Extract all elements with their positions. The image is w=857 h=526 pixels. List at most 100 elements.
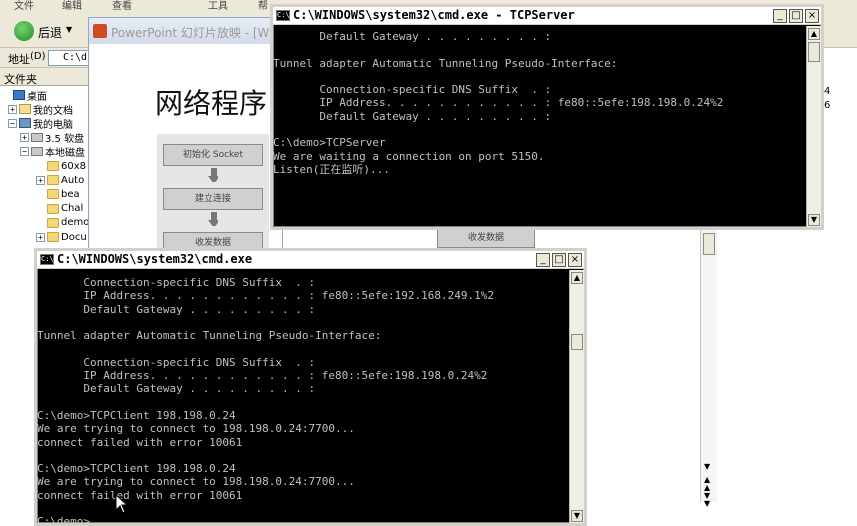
back-button-label[interactable]: 后退 xyxy=(38,24,62,41)
menu-file[interactable]: 文件 xyxy=(14,0,34,12)
server-title-bar[interactable]: C:\WINDOWS\system32\cmd.exe - TCPServer xyxy=(273,7,821,25)
tree-item-label: 桌面 xyxy=(27,91,47,103)
collapse-icon[interactable]: − xyxy=(20,147,29,157)
flowchart: 初始化 Socket 建立连接 收发数据 xyxy=(157,134,269,254)
scroll-down-icon[interactable]: ▼ xyxy=(808,214,820,226)
folder-icon xyxy=(47,189,59,200)
tree-item-label: 3.5 软盘 xyxy=(45,134,85,146)
tree-item[interactable]: +3.5 软盘 xyxy=(20,131,84,145)
tree-item[interactable]: Chal xyxy=(36,202,83,216)
expand-icon[interactable]: + xyxy=(36,232,45,242)
tree-item-label: Chal xyxy=(61,203,84,215)
tree-item-label: 本地磁盘 xyxy=(45,148,85,160)
address-input[interactable]: C:\d xyxy=(48,50,90,66)
tree-item-label: demo xyxy=(61,217,90,229)
client-scroll-thumb[interactable] xyxy=(571,334,583,350)
tree-item-label: Auto xyxy=(61,174,85,186)
powerpoint-icon xyxy=(93,24,107,38)
tree-item[interactable]: 60x8 xyxy=(36,159,86,173)
close-button[interactable]: × xyxy=(805,9,819,23)
console-line: IP Address. . . . . . . . . . . . : fe80… xyxy=(273,96,724,110)
tree-item-label: bea xyxy=(61,188,80,200)
tree-item[interactable]: − 本地磁盘 xyxy=(20,145,85,159)
menu-view[interactable]: 查看 xyxy=(112,0,132,12)
tree-item-label: 我的文档 xyxy=(33,105,73,117)
expand-icon[interactable]: + xyxy=(36,175,45,185)
console-line: Default Gateway . . . . . . . . . : xyxy=(273,109,552,123)
client-cmd-window: C:\WINDOWS\system32\cmd.exe C:\ _ □ × Co… xyxy=(34,248,587,526)
tree-item[interactable]: 桌面 xyxy=(2,88,47,103)
console-line: connect failed with error 10061 xyxy=(37,435,243,449)
tree-item-label: 60x8 xyxy=(61,160,87,172)
client-console-output[interactable]: Connection-specific DNS Suffix . : IP Ad… xyxy=(37,276,569,523)
console-line: Default Gateway . . . . . . . . . : xyxy=(37,302,316,316)
folder-icon xyxy=(47,175,59,186)
server-scroll-thumb[interactable] xyxy=(808,42,820,62)
back-dropdown-icon[interactable]: ▼ xyxy=(66,25,72,34)
console-line: Default Gateway . . . . . . . . . : xyxy=(273,30,552,43)
console-line: We are trying to connect to 198.198.0.24… xyxy=(37,475,355,489)
slide-heading: 网络程序 xyxy=(155,87,268,120)
close-button[interactable]: × xyxy=(568,253,582,267)
client-title-bar[interactable]: C:\WINDOWS\system32\cmd.exe xyxy=(37,251,584,269)
client-scrollbar[interactable]: ▲ ▼ xyxy=(569,270,584,523)
maximize-button[interactable]: □ xyxy=(552,253,566,267)
tree-item[interactable]: + Auto xyxy=(36,173,84,187)
address-value: C:\d xyxy=(63,52,88,63)
computer-icon xyxy=(19,118,31,129)
scroll-up-icon[interactable]: ▲ xyxy=(571,272,583,284)
minimize-button[interactable]: _ xyxy=(536,253,550,267)
console-line: We are waiting a connection on port 5150… xyxy=(273,149,545,163)
tree-item[interactable]: bea xyxy=(36,187,80,201)
mouse-pointer-icon xyxy=(115,494,129,514)
address-label: 地址 xyxy=(8,53,30,66)
flow-step-behind: 收发数据 xyxy=(437,228,535,248)
expand-icon[interactable]: + xyxy=(20,133,29,143)
down-arrow-icon xyxy=(208,168,218,182)
flow-step: 初始化 Socket xyxy=(163,144,263,166)
console-line: Default Gateway . . . . . . . . . : xyxy=(37,382,316,396)
server-scrollbar[interactable]: ▲ ▼ xyxy=(806,26,821,227)
server-console-output[interactable]: Default Gateway . . . . . . . . . : Tunne… xyxy=(273,30,806,227)
flow-step: 建立连接 xyxy=(163,188,263,210)
back-arrow-icon[interactable] xyxy=(14,21,34,41)
tree-item-label: 我的电脑 xyxy=(33,119,73,131)
server-title: C:\WINDOWS\system32\cmd.exe - TCPServer xyxy=(293,8,575,22)
right-details-strip: 4 6 xyxy=(822,48,857,148)
powerpoint-title: PowerPoint 幻灯片放映 - [WS_T xyxy=(89,18,284,44)
console-line: Listen(正在监听)... xyxy=(273,162,390,176)
tree-item[interactable]: demo xyxy=(36,216,89,230)
detail-number: 4 xyxy=(824,86,831,97)
scroll-page-down-icon[interactable]: ▼ ▼ xyxy=(704,492,710,508)
collapse-icon[interactable]: − xyxy=(8,118,17,128)
explorer-scroll-thumb[interactable] xyxy=(703,233,715,255)
tree-item[interactable]: − 我的电脑 xyxy=(8,116,73,131)
scroll-down-icon[interactable]: ▼ xyxy=(571,510,583,522)
console-line: Connection-specific DNS Suffix . : xyxy=(37,355,316,369)
scroll-down-icon[interactable]: ▼ xyxy=(704,462,710,471)
scroll-page-up-icon[interactable]: ▲ ▲ xyxy=(704,476,710,492)
tree-item[interactable]: + Docu xyxy=(36,230,87,244)
folder-pane-header: 文件夹 xyxy=(0,68,96,86)
scroll-up-icon[interactable]: ▲ xyxy=(808,28,820,40)
console-line: Connection-specific DNS Suffix . : xyxy=(37,276,316,289)
minimize-button[interactable]: _ xyxy=(773,9,787,23)
menu-tools[interactable]: 工具 xyxy=(208,0,228,12)
folder-icon xyxy=(47,203,59,214)
expand-icon[interactable]: + xyxy=(8,104,17,114)
maximize-button[interactable]: □ xyxy=(789,9,803,23)
tree-item[interactable]: + 我的文档 xyxy=(8,102,73,117)
menu-help[interactable]: 帮 xyxy=(258,0,268,12)
disk-icon xyxy=(31,147,43,157)
tree-item-label: Docu xyxy=(61,231,87,243)
folder-icon xyxy=(47,232,59,242)
explorer-scrollbar[interactable]: ▼ ▲ ▲ ▼ ▼ xyxy=(700,230,717,508)
documents-icon xyxy=(19,104,31,115)
console-line: Connection-specific DNS Suffix . : xyxy=(273,83,552,97)
menu-edit[interactable]: 编辑 xyxy=(62,0,82,12)
